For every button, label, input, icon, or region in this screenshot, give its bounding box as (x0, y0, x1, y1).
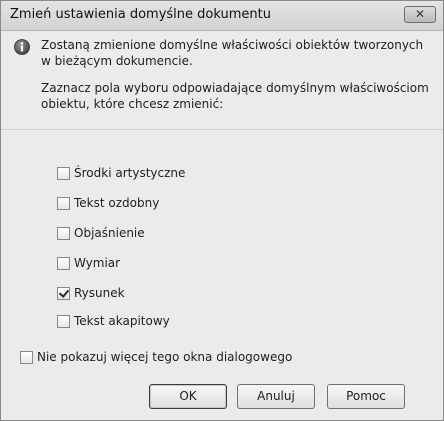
info-message: Zostaną zmienione domyślne właściwości o… (41, 38, 424, 68)
title-bar[interactable]: Zmień ustawienia domyślne dokumentu ✕ (1, 1, 443, 31)
option-label: Rysunek (74, 286, 125, 300)
dialog-title: Zmień ustawienia domyślne dokumentu (10, 7, 271, 22)
close-icon: ✕ (414, 7, 426, 21)
option-tekst-ozdobny[interactable]: Tekst ozdobny (57, 195, 159, 211)
dont-show-again-option[interactable]: Nie pokazuj więcej tego okna dialogowego (20, 349, 292, 365)
option-label: Środki artystyczne (74, 166, 186, 180)
option-label: Objaśnienie (74, 226, 145, 240)
ok-button[interactable]: OK (149, 384, 227, 409)
checkbox-checked[interactable] (57, 286, 70, 300)
close-button[interactable]: ✕ (404, 6, 436, 23)
option-label: Tekst ozdobny (74, 196, 160, 210)
option-rysunek[interactable]: Rysunek (57, 285, 125, 301)
dont-show-again-label: Nie pokazuj więcej tego okna dialogowego (37, 350, 293, 364)
option-wymiar[interactable]: Wymiar (57, 255, 120, 271)
checkbox[interactable] (57, 256, 70, 270)
checkbox[interactable] (57, 166, 70, 180)
dialog-window: Zmień ustawienia domyślne dokumentu ✕ Zo… (0, 0, 444, 421)
checkbox[interactable] (57, 196, 70, 210)
option-objasnienie[interactable]: Objaśnienie (57, 225, 145, 241)
cancel-button[interactable]: Anuluj (237, 384, 315, 409)
option-srodki-artystyczne[interactable]: Środki artystyczne (57, 165, 185, 181)
option-tekst-akapitowy[interactable]: Tekst akapitowy (57, 313, 170, 329)
checkbox[interactable] (57, 314, 70, 328)
divider (1, 129, 443, 130)
prompt-message: Zaznacz pola wyboru odpowiadające domyśl… (41, 81, 429, 111)
help-button[interactable]: Pomoc (327, 384, 405, 409)
option-label: Wymiar (74, 256, 121, 270)
checkbox[interactable] (57, 226, 70, 240)
info-icon (14, 39, 30, 55)
option-label: Tekst akapitowy (74, 314, 170, 328)
dont-show-again-checkbox[interactable] (20, 350, 33, 364)
